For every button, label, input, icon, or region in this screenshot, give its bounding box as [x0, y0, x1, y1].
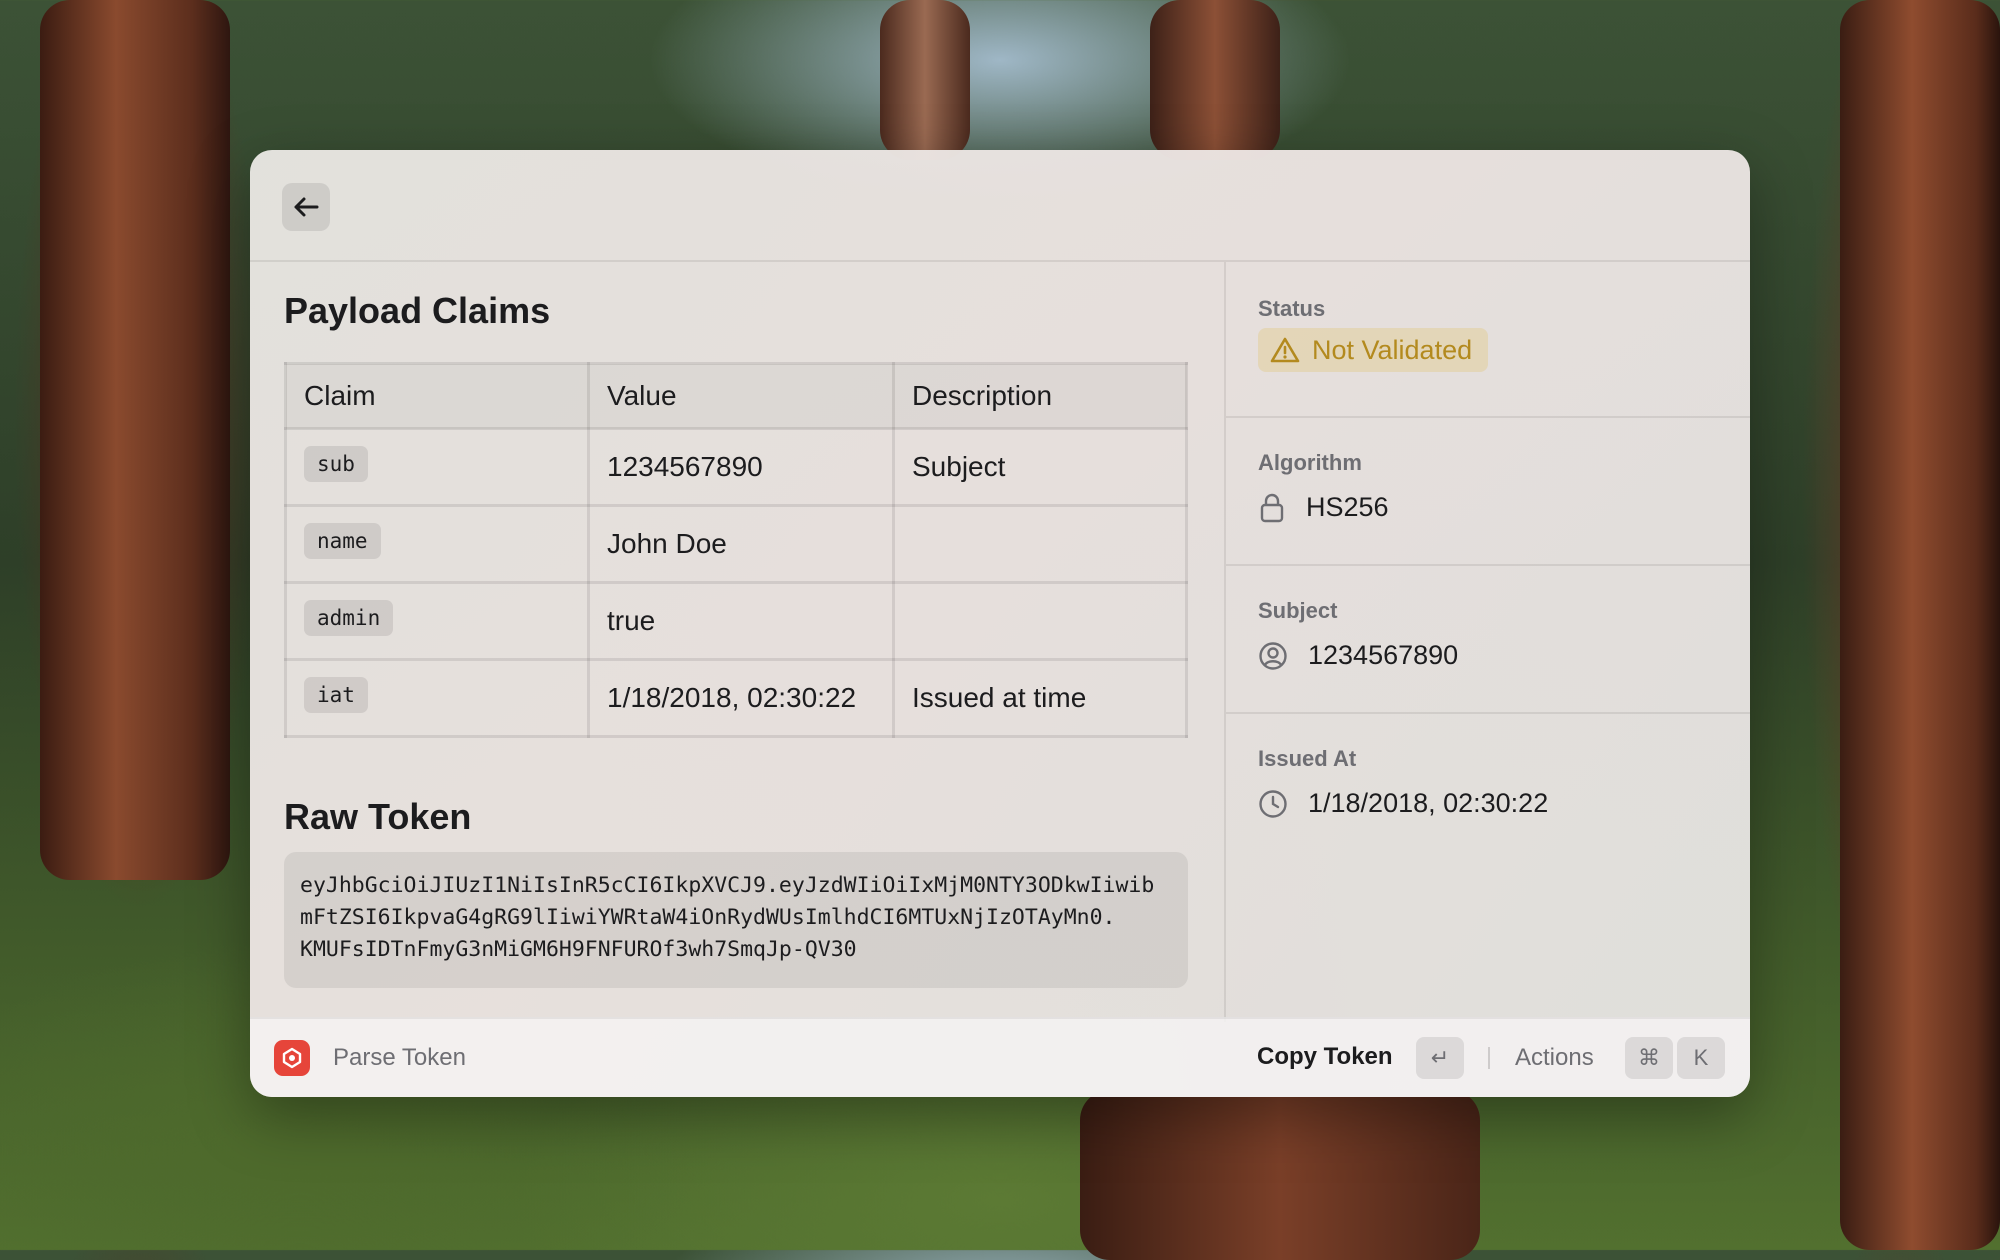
subject-label: Subject — [1258, 598, 1338, 623]
raw-token-text[interactable]: eyJhbGciOiJIUzI1NiIsInR5cCI6IkpXVCJ9.eyJ… — [284, 852, 1188, 988]
payload-claims-heading: Payload Claims — [284, 290, 551, 331]
table-row: iat 1/18/2018, 02:30:22 Issued at time — [284, 658, 1188, 738]
command-name: Parse Token — [333, 1044, 466, 1071]
raw-token-line: eyJhbGciOiJIUzI1NiIsInR5cCI6IkpXVCJ9.eyJ… — [300, 873, 1155, 898]
table-row: admin true — [284, 581, 1188, 661]
issued-at-row: 1/18/2018, 02:30:22 — [1258, 788, 1548, 819]
background-tree-trunk — [1080, 1090, 1480, 1260]
claim-cell: name — [284, 504, 590, 584]
status-badge: Not Validated — [1258, 328, 1489, 372]
k-key-hint: K — [1677, 1037, 1725, 1079]
claim-key-chip: name — [304, 523, 381, 559]
metadata-sidebar: Status Not Validated Algorithm HS256 Sub… — [1224, 262, 1750, 1022]
value-cell: 1234567890 — [587, 427, 895, 507]
footer-divider — [1488, 1047, 1490, 1069]
claim-key-chip: admin — [304, 600, 394, 636]
copy-token-button[interactable]: Copy Token — [1257, 1043, 1393, 1071]
subject-value: 1234567890 — [1308, 640, 1459, 670]
claim-cell: admin — [284, 581, 590, 661]
status-value: Not Validated — [1312, 334, 1473, 365]
issued-at-section: Issued At 1/18/2018, 02:30:22 — [1226, 714, 1750, 860]
background-tree-trunk — [880, 0, 970, 160]
value-cell: true — [587, 581, 895, 661]
lock-icon — [1260, 493, 1284, 522]
raw-token-line: mFtZSI6IkpvaG4gRG9lIiwiYWRtaW4iOnRydWUsI… — [300, 905, 1116, 930]
action-bar: Parse Token Copy Token ↵ Actions ⌘ K — [250, 1017, 1750, 1097]
warning-icon — [1270, 337, 1300, 363]
background-tree-trunk — [1840, 0, 2000, 1250]
algorithm-section: Algorithm HS256 — [1226, 418, 1750, 566]
clock-icon — [1259, 789, 1287, 818]
column-header-claim: Claim — [284, 362, 590, 430]
description-cell: Subject — [892, 427, 1188, 507]
status-section: Status Not Validated — [1226, 262, 1750, 418]
column-header-description: Description — [892, 362, 1188, 430]
claim-key-chip: iat — [304, 677, 368, 713]
enter-key-hint: ↵ — [1416, 1037, 1464, 1079]
arrow-left-icon — [294, 197, 319, 217]
background-tree-trunk — [1150, 0, 1280, 160]
claim-key-chip: sub — [304, 446, 368, 482]
background-tree-trunk — [40, 0, 230, 880]
value-cell: John Doe — [587, 504, 895, 584]
issued-at-label: Issued At — [1258, 746, 1357, 771]
description-cell — [892, 504, 1188, 584]
table-row: sub 1234567890 Subject — [284, 427, 1188, 507]
table-header-row: Claim Value Description — [284, 362, 1188, 430]
status-label: Status — [1258, 296, 1326, 321]
token-inspector-window: Payload Claims Claim Value Description s… — [250, 150, 1750, 1097]
toolbar — [250, 150, 1750, 262]
raw-token-heading: Raw Token — [284, 796, 472, 837]
claim-cell: sub — [284, 427, 590, 507]
algorithm-value: HS256 — [1306, 492, 1389, 522]
description-cell: Issued at time — [892, 658, 1188, 738]
algorithm-label: Algorithm — [1258, 450, 1362, 475]
back-button[interactable] — [282, 183, 330, 231]
command-key-hint: ⌘ — [1625, 1037, 1673, 1079]
issued-at-value: 1/18/2018, 02:30:22 — [1308, 788, 1549, 818]
claims-table: Claim Value Description sub 1234567890 S… — [284, 362, 1188, 738]
main-content: Payload Claims Claim Value Description s… — [250, 262, 1224, 1022]
raw-token-line: KMUFsIDTnFmyG3nMiGM6H9FNFUROf3wh7SmqJp-Q… — [300, 937, 857, 962]
actions-button[interactable]: Actions — [1515, 1044, 1594, 1072]
table-row: name John Doe — [284, 504, 1188, 584]
claim-cell: iat — [284, 658, 590, 738]
value-cell: 1/18/2018, 02:30:22 — [587, 658, 895, 738]
algorithm-row: HS256 — [1258, 492, 1389, 523]
column-header-value: Value — [587, 362, 895, 430]
person-circle-icon — [1259, 641, 1287, 670]
description-cell — [892, 581, 1188, 661]
subject-section: Subject 1234567890 — [1226, 566, 1750, 714]
token-app-icon — [282, 1047, 302, 1069]
extension-app-icon — [274, 1040, 310, 1076]
subject-row: 1234567890 — [1258, 640, 1458, 671]
